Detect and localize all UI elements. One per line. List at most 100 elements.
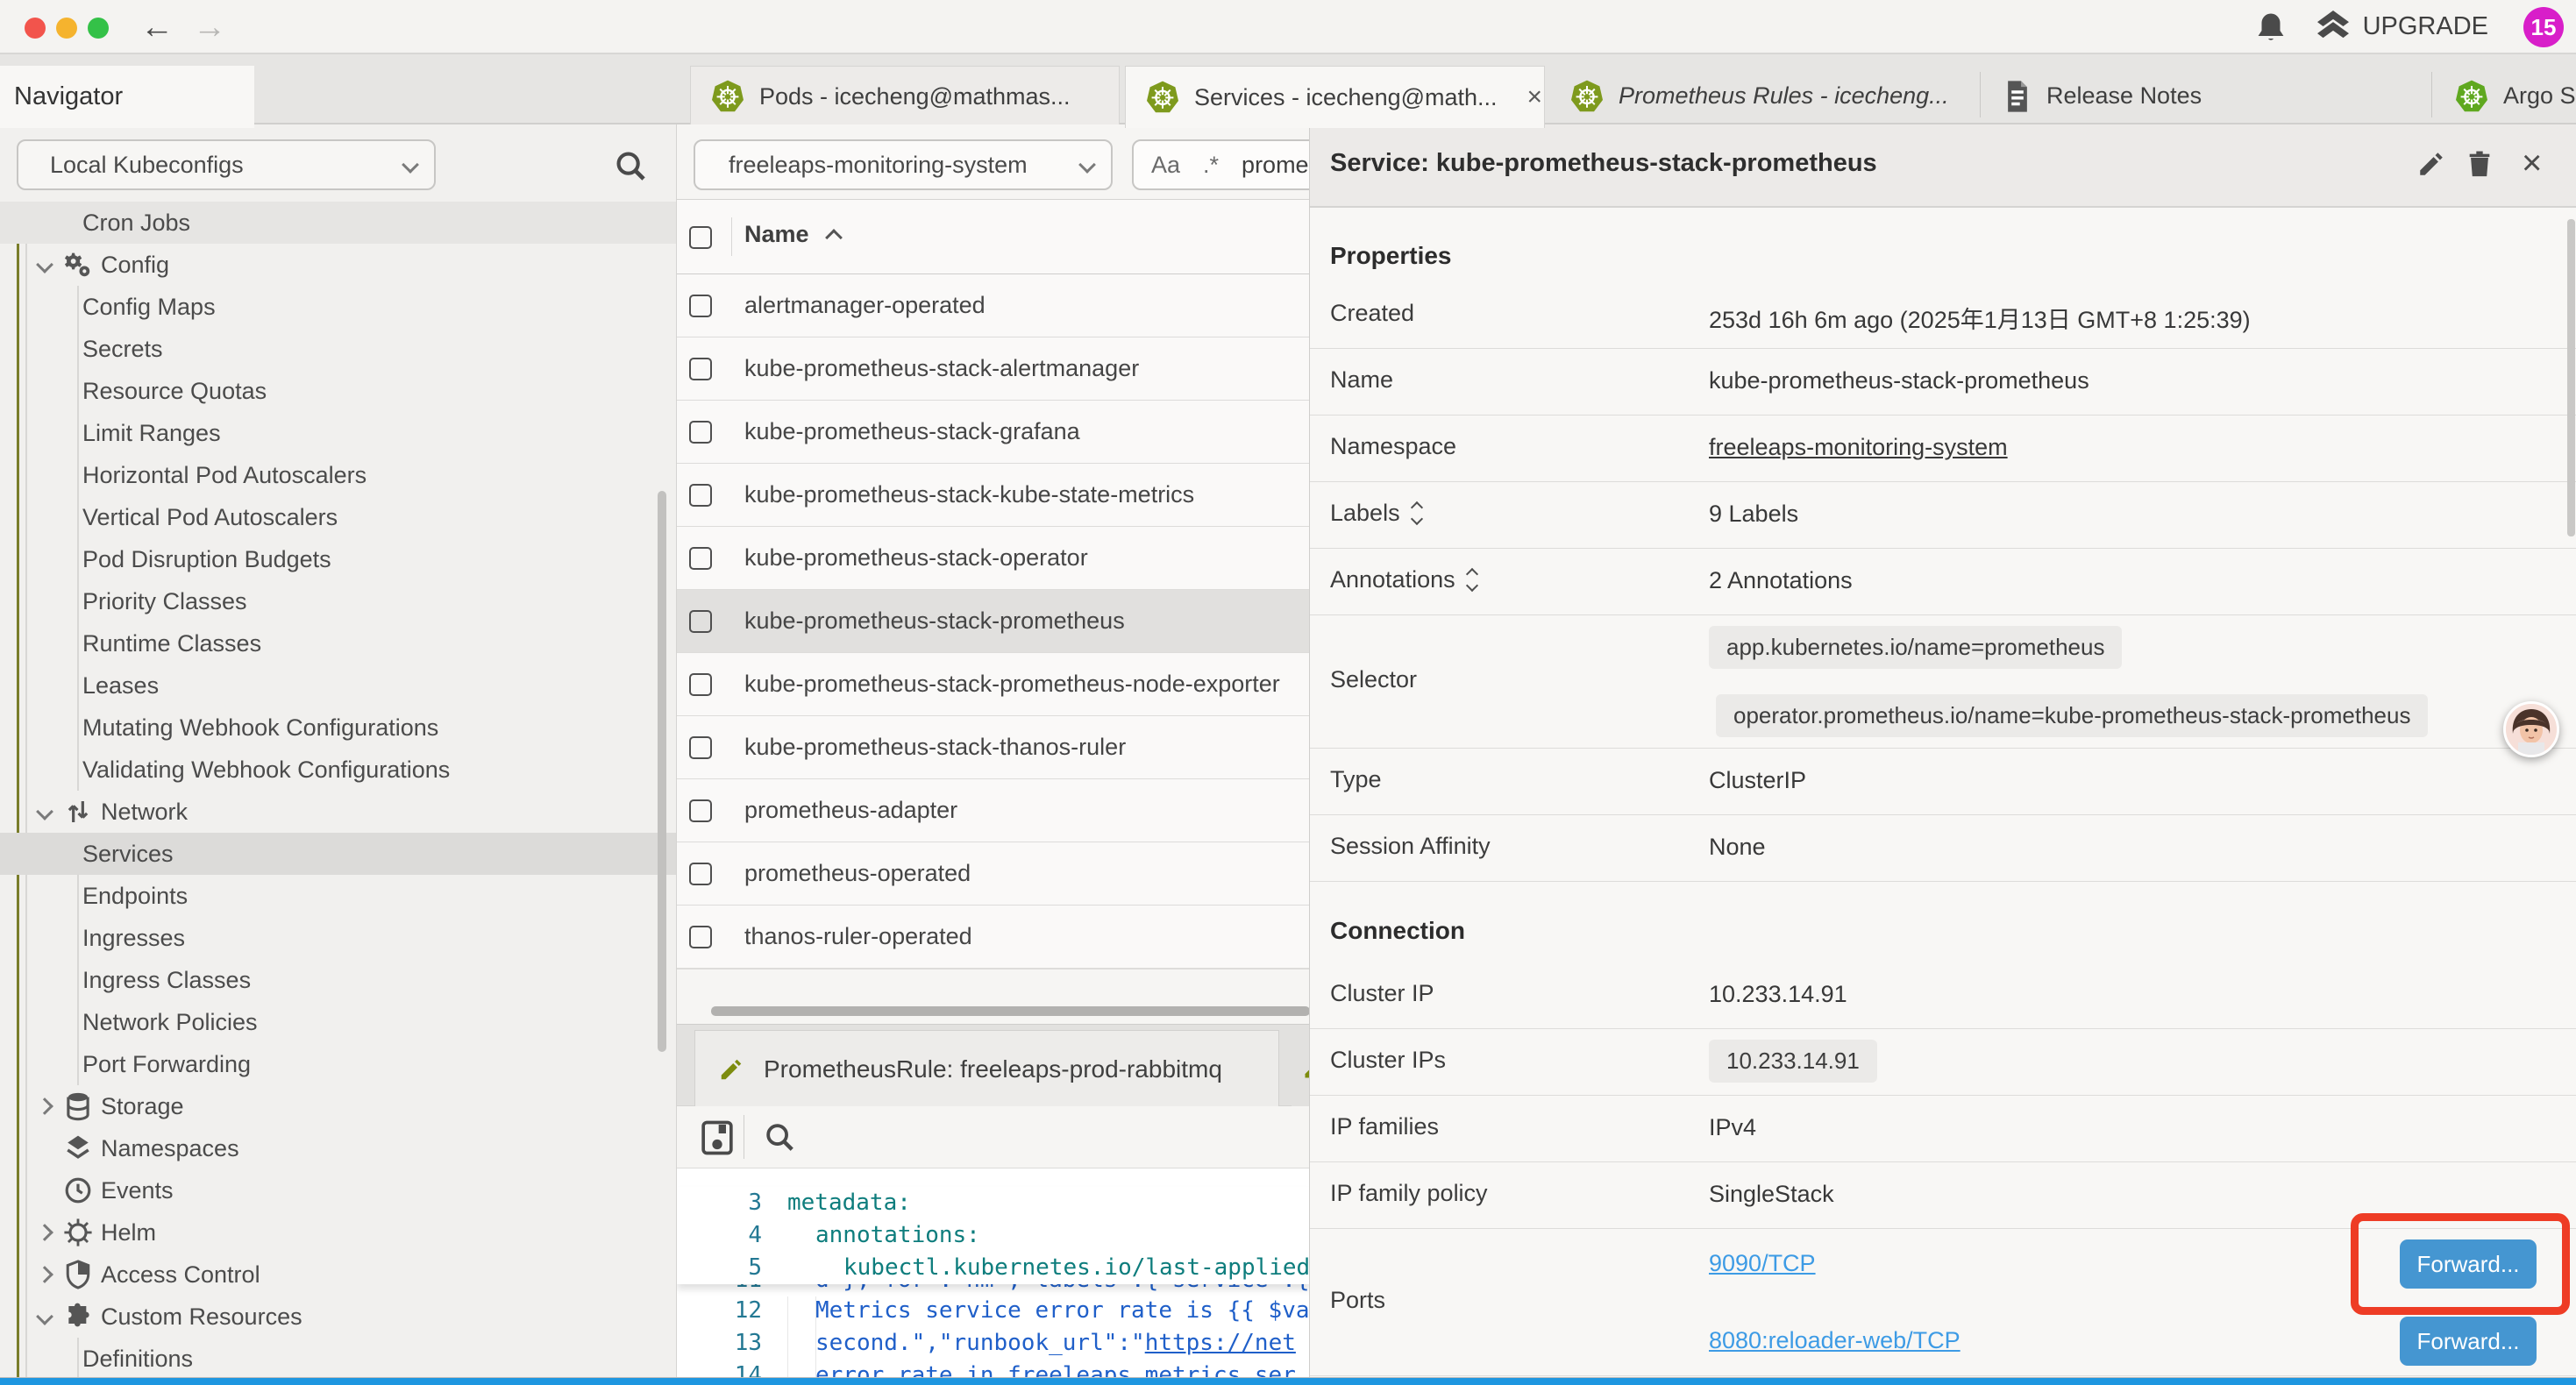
horizontal-scrollbar[interactable] [711, 1006, 1309, 1016]
upgrade-button[interactable]: UPGRADE [2316, 11, 2488, 42]
row-checkbox[interactable] [689, 863, 712, 885]
row-checkbox[interactable] [689, 295, 712, 317]
sidebar-item-runtime-classes[interactable]: Runtime Classes [0, 622, 676, 664]
port-link-8080-reloader-web-TCP[interactable]: 8080:reloader-web/TCP [1709, 1327, 1960, 1354]
table-row-kube-prometheus-stack-grafana[interactable]: kube-prometheus-stack-grafana [677, 401, 1309, 464]
editor-tab-next-partial[interactable] [1292, 1030, 1309, 1107]
forward-arrow-button[interactable]: → [193, 9, 226, 46]
sidebar-item-horizontal-pod-autoscalers[interactable]: Horizontal Pod Autoscalers [0, 454, 676, 496]
chevron-down-icon[interactable] [36, 803, 53, 820]
table-row-kube-prometheus-stack-alertmanager[interactable]: kube-prometheus-stack-alertmanager [677, 337, 1309, 401]
sidebar-item-secrets[interactable]: Secrets [0, 328, 676, 370]
sidebar-item-mutating-webhook-configurations[interactable]: Mutating Webhook Configurations [0, 707, 676, 749]
chevron-right-icon[interactable] [36, 1266, 53, 1283]
name-column-header[interactable]: Name [744, 221, 809, 248]
row-checkbox[interactable] [689, 799, 712, 822]
chevron-right-icon[interactable] [36, 1097, 53, 1115]
sidebar-item-validating-webhook-configurations[interactable]: Validating Webhook Configurations [0, 749, 676, 791]
expand-collapse-icon[interactable] [1413, 503, 1421, 523]
sidebar-scrollbar[interactable] [658, 491, 666, 1052]
sort-ascending-icon[interactable] [825, 229, 843, 246]
row-checkbox[interactable] [689, 610, 712, 633]
notification-count-badge[interactable]: 15 [2523, 7, 2564, 47]
sidebar-item-leases[interactable]: Leases [0, 664, 676, 707]
sidebar-item-namespaces[interactable]: Namespaces [0, 1127, 676, 1169]
namespace-link[interactable]: freeleaps-monitoring-system [1709, 434, 2008, 461]
chevron-down-icon[interactable] [36, 1308, 53, 1325]
match-case-toggle[interactable]: Aa [1151, 152, 1180, 179]
sidebar-item-network[interactable]: Network [0, 791, 676, 833]
chevron-down-icon[interactable] [36, 256, 53, 273]
close-icon[interactable]: × [2522, 144, 2542, 183]
sidebar-item-ingress-classes[interactable]: Ingress Classes [0, 959, 676, 1001]
row-checkbox[interactable] [689, 421, 712, 444]
navigator-search-icon[interactable] [614, 149, 647, 182]
row-checkbox[interactable] [689, 926, 712, 948]
table-row-kube-prometheus-stack-operator[interactable]: kube-prometheus-stack-operator [677, 527, 1309, 590]
sidebar-item-access-control[interactable]: Access Control [0, 1254, 676, 1296]
window-close-button[interactable] [25, 18, 46, 39]
table-row-kube-prometheus-stack-kube-state-metrics[interactable]: kube-prometheus-stack-kube-state-metrics [677, 464, 1309, 527]
window-minimize-button[interactable] [56, 18, 77, 39]
chevron-right-icon[interactable] [36, 1224, 53, 1241]
select-all-checkbox[interactable] [689, 226, 712, 249]
sidebar-item-endpoints[interactable]: Endpoints [0, 875, 676, 917]
sidebar-item-pod-disruption-budgets[interactable]: Pod Disruption Budgets [0, 538, 676, 580]
drawer-scrollbar[interactable] [2567, 219, 2575, 536]
expand-collapse-icon[interactable] [1468, 570, 1477, 590]
table-row-alertmanager-operated[interactable]: alertmanager-operated [677, 274, 1309, 337]
editor-tab-prometheusrule[interactable]: PrometheusRule: freeleaps-prod-rabbitmq [694, 1030, 1279, 1107]
sidebar-item-definitions[interactable]: Definitions [0, 1338, 676, 1378]
sidebar-item-events[interactable]: Events [0, 1169, 676, 1211]
tab-prometheus-rules-icecheng[interactable]: Prometheus Rules - icecheng... [1550, 66, 1978, 126]
tab-release-notes[interactable]: Release Notes [1983, 66, 2430, 126]
tab-pods-icecheng-mathmas[interactable]: Pods - icecheng@mathmas... [690, 66, 1120, 126]
kubeconfig-select[interactable]: Local Kubeconfigs [17, 139, 436, 190]
navigator-panel-tab[interactable]: Navigator [0, 66, 254, 128]
sidebar-item-services[interactable]: Services [0, 833, 676, 875]
notifications-bell-icon[interactable] [2255, 11, 2287, 46]
resource-search-box[interactable]: Aa .* prome [1132, 139, 1309, 190]
sidebar-item-network-policies[interactable]: Network Policies [0, 1001, 676, 1043]
row-checkbox[interactable] [689, 673, 712, 696]
forward-button-2[interactable]: Forward... [2400, 1317, 2537, 1366]
regex-toggle[interactable]: .* [1203, 152, 1219, 179]
edit-pencil-icon[interactable] [2416, 149, 2446, 179]
table-row-thanos-ruler-operated[interactable]: thanos-ruler-operated [677, 906, 1309, 969]
sidebar-item-priority-classes[interactable]: Priority Classes [0, 580, 676, 622]
sidebar-item-cron-jobs[interactable]: Cron Jobs [0, 202, 676, 244]
search-query[interactable]: prome [1242, 152, 1309, 179]
sidebar-item-port-forwarding[interactable]: Port Forwarding [0, 1043, 676, 1085]
sidebar-item-config-maps[interactable]: Config Maps [0, 286, 676, 328]
table-row-prometheus-adapter[interactable]: prometheus-adapter [677, 779, 1309, 842]
avatar[interactable] [2503, 701, 2559, 757]
close-icon[interactable]: × [1527, 82, 1543, 112]
row-checkbox[interactable] [689, 484, 712, 507]
sidebar-item-custom-resources[interactable]: Custom Resources [0, 1296, 676, 1338]
sidebar-item-vertical-pod-autoscalers[interactable]: Vertical Pod Autoscalers [0, 496, 676, 538]
port-link-9090-TCP[interactable]: 9090/TCP [1709, 1250, 1816, 1277]
tab-argo-se[interactable]: Argo Se [2435, 66, 2576, 126]
sidebar-item-limit-ranges[interactable]: Limit Ranges [0, 412, 676, 454]
code-link[interactable]: https://net [1145, 1330, 1296, 1356]
row-checkbox[interactable] [689, 547, 712, 570]
table-row-kube-prometheus-stack-thanos-ruler[interactable]: kube-prometheus-stack-thanos-ruler [677, 716, 1309, 779]
table-row-prometheus-operated[interactable]: prometheus-operated [677, 842, 1309, 906]
editor-search-icon[interactable] [763, 1120, 796, 1154]
window-zoom-button[interactable] [88, 18, 109, 39]
namespace-select[interactable]: freeleaps-monitoring-system [694, 139, 1113, 190]
sidebar-item-config[interactable]: Config [0, 244, 676, 286]
table-row-kube-prometheus-stack-prometheus-node-exporter[interactable]: kube-prometheus-stack-prometheus-node-ex… [677, 653, 1309, 716]
sidebar-item-ingresses[interactable]: Ingresses [0, 917, 676, 959]
delete-trash-icon[interactable] [2465, 149, 2494, 179]
yaml-editor[interactable]: 11d"},"for":"nm","labels":{"service":{ 3… [677, 1168, 1309, 1378]
sidebar-item-resource-quotas[interactable]: Resource Quotas [0, 370, 676, 412]
row-checkbox[interactable] [689, 736, 712, 759]
tab-services-icecheng-math[interactable]: Services - icecheng@math...× [1125, 66, 1545, 128]
back-arrow-button[interactable]: ← [140, 9, 174, 46]
row-checkbox[interactable] [689, 358, 712, 380]
save-icon[interactable] [700, 1119, 735, 1157]
sidebar-item-storage[interactable]: Storage [0, 1085, 676, 1127]
sidebar-item-helm[interactable]: Helm [0, 1211, 676, 1254]
table-row-kube-prometheus-stack-prometheus[interactable]: kube-prometheus-stack-prometheus [677, 590, 1309, 653]
